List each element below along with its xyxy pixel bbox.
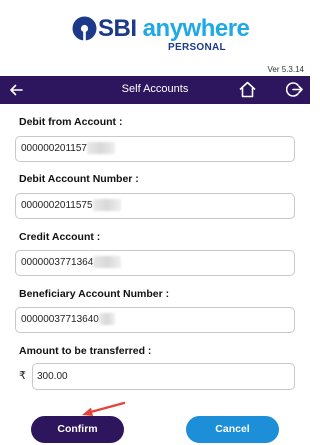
arrow-left-icon[interactable]	[8, 82, 24, 98]
debit-from-account-value: 000000201157	[21, 143, 87, 154]
amount-input[interactable]: 300.00	[32, 363, 295, 390]
debit-account-number-field[interactable]: 0000002011575	[15, 193, 295, 219]
logout-icon[interactable]	[286, 81, 303, 98]
debit-from-account-label: Debit from Account :	[19, 116, 123, 128]
brand-name: SBI anywhere	[98, 15, 250, 43]
credit-account-value: 0000003771364	[21, 257, 94, 268]
home-icon[interactable]	[238, 80, 257, 99]
masked-digits	[98, 313, 115, 326]
credit-account-field[interactable]: 0000003771364	[15, 250, 295, 276]
beneficiary-account-number-label: Beneficiary Account Number :	[19, 288, 170, 300]
beneficiary-account-number-field[interactable]: 00000037713640	[15, 307, 295, 333]
self-accounts-screen: SBI anywhere PERSONAL Ver 5.3.14 Self Ac…	[0, 0, 310, 445]
masked-digits	[93, 256, 122, 269]
app-header: SBI anywhere PERSONAL	[0, 14, 310, 64]
debit-account-number-value: 0000002011575	[21, 200, 93, 211]
navbar: Self Accounts	[0, 76, 310, 104]
sbi-logo-icon	[72, 16, 97, 41]
masked-digits	[92, 199, 121, 212]
page-title: Self Accounts	[121, 83, 189, 95]
brand-subtitle: PERSONAL	[168, 42, 226, 53]
cancel-button[interactable]: Cancel	[186, 416, 279, 443]
brand-name-sbi: SBI	[98, 15, 137, 42]
brand-name-anywhere: anywhere	[136, 15, 250, 42]
confirm-button[interactable]: Confirm	[31, 416, 124, 443]
credit-account-label: Credit Account :	[19, 231, 101, 243]
amount-label: Amount to be transferred :	[19, 345, 152, 357]
debit-from-account-field[interactable]: 000000201157	[15, 136, 295, 162]
rupee-icon: ₹	[19, 370, 26, 382]
beneficiary-account-number-value: 00000037713640	[21, 314, 99, 325]
masked-digits	[87, 142, 115, 155]
debit-account-number-label: Debit Account Number :	[19, 173, 139, 185]
app-version: Ver 5.3.14	[267, 65, 304, 74]
